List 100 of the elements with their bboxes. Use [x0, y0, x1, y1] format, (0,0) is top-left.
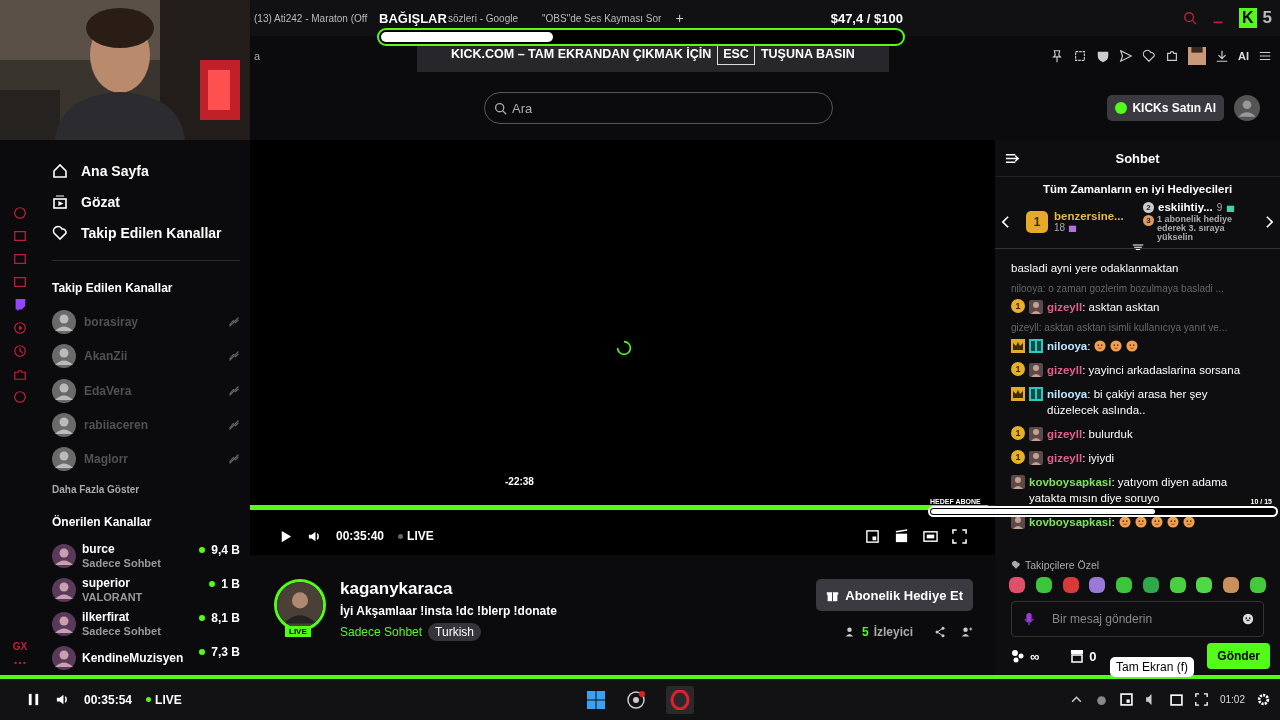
rank-hint: 1 abonelik hediye ederek 3. sıraya yükselin [1157, 215, 1234, 242]
rank-badge: 2 [1143, 201, 1154, 213]
ai-button[interactable]: AI [1238, 50, 1249, 62]
user-badge-icon [1029, 363, 1043, 377]
twitch-icon[interactable] [13, 298, 27, 312]
reply-preview[interactable]: nilooya: o zaman gozlerim bozulmaya basladi ... [1011, 280, 1244, 295]
rank-badge: 3 [1143, 215, 1154, 226]
puzzle-icon[interactable] [1165, 49, 1179, 63]
buy-button[interactable]: KICKs Satın Al [1107, 95, 1224, 121]
live-dot [199, 649, 206, 656]
emote-icon[interactable] [1140, 575, 1161, 595]
avatar[interactable] [52, 446, 76, 471]
send-button[interactable]: Gönder [1207, 643, 1270, 669]
circle-icon[interactable] [13, 206, 27, 220]
gifter-name[interactable]: eskiihtiy... [1158, 201, 1213, 213]
search-icon[interactable] [1182, 11, 1197, 25]
count-label: 5 [1262, 8, 1272, 28]
chevron-right-icon[interactable] [1265, 214, 1274, 229]
offline-icon [228, 452, 240, 465]
avatar[interactable] [52, 646, 76, 671]
nav-item[interactable]: Ana Sayfa [52, 156, 149, 187]
follow-icon[interactable] [961, 626, 973, 638]
search-field[interactable]: Ara [484, 92, 833, 124]
gift-subscription-button[interactable]: Abonelik Hediye Et [816, 579, 973, 611]
avatar[interactable] [52, 344, 76, 369]
obs-icon[interactable] [626, 689, 646, 710]
pause-icon[interactable] [26, 692, 41, 707]
donation-amount: $47,4 [830, 11, 864, 26]
emote-icon[interactable] [1033, 575, 1054, 595]
avatar[interactable] [1234, 95, 1260, 121]
category-link[interactable]: Sadece Sohbet [340, 625, 423, 639]
crop-icon[interactable] [1073, 49, 1087, 63]
emote-icon[interactable] [1007, 575, 1027, 595]
show-more-link[interactable]: Daha Fazla Göster [52, 483, 140, 495]
shield-icon[interactable] [1096, 49, 1110, 63]
section-title: Önerilen Kanallar [52, 514, 152, 529]
heart-icon [1011, 560, 1021, 570]
monitor-icon[interactable] [13, 252, 27, 266]
emote-icon[interactable] [1167, 575, 1188, 595]
channel-name[interactable]: ilkerfirat [82, 609, 130, 624]
language-tag[interactable]: Turkish [428, 623, 481, 641]
clock-icon[interactable] [13, 344, 27, 358]
microphone-icon[interactable] [1023, 612, 1035, 626]
pin-icon[interactable] [1050, 49, 1064, 63]
channel-name[interactable]: kaganykaraca [340, 579, 453, 599]
emoji-icon[interactable] [1242, 612, 1254, 626]
browser-tab[interactable]: "OBS"de Ses Kayması Sor [542, 12, 662, 24]
square-icon[interactable] [13, 275, 27, 289]
more-icon[interactable] [13, 661, 27, 665]
new-tab-button[interactable]: + [675, 10, 684, 26]
filter-icon[interactable] [1131, 244, 1144, 252]
og-badge-icon [1029, 387, 1043, 401]
store-icon[interactable] [1070, 649, 1085, 663]
channel-name[interactable]: superior [82, 575, 130, 590]
opera-icon[interactable] [666, 685, 694, 714]
points-icon[interactable] [1011, 649, 1025, 663]
emote-icon[interactable] [1194, 575, 1215, 595]
reply-preview[interactable]: gizeyll: asktan asktan isimli kullanıcıya yanıt ve... [1011, 319, 1244, 334]
viewer-count: 5 [861, 625, 869, 639]
fullscreen-icon[interactable] [1194, 693, 1208, 706]
crown-icon [1011, 339, 1025, 353]
share-icon[interactable] [934, 626, 946, 638]
gifter-name[interactable]: benzersine... [1054, 210, 1124, 222]
emote-icon[interactable] [1221, 575, 1242, 595]
browser-tab[interactable]: sözleri - Google [448, 12, 528, 24]
viewer-count: 1 B [221, 576, 240, 591]
avatar[interactable] [52, 543, 76, 568]
avatar[interactable] [52, 611, 76, 636]
theater-icon[interactable] [923, 528, 938, 544]
user-badge-icon [1029, 451, 1043, 465]
nav-item[interactable]: Takip Edilen Kanallar [52, 217, 222, 249]
heart-icon[interactable] [1142, 49, 1156, 63]
chat-input[interactable]: Bir mesaj gönderin [1011, 601, 1264, 637]
chevron-left-icon[interactable] [1001, 214, 1010, 229]
tooltip: Tam Ekran (f) [1110, 657, 1194, 677]
fullscreen-icon[interactable] [952, 528, 967, 544]
menu-icon[interactable] [1258, 49, 1272, 63]
emote-icon[interactable] [1060, 575, 1081, 595]
avatar[interactable] [52, 310, 76, 335]
avatar[interactable] [52, 378, 76, 403]
live-label: LIVE [155, 692, 182, 707]
avatar[interactable] [52, 577, 76, 602]
windows-icon[interactable] [586, 689, 606, 710]
channel-avatar[interactable] [274, 579, 326, 631]
download-icon[interactable] [1215, 49, 1229, 63]
avatar[interactable] [1188, 47, 1206, 65]
send-icon[interactable] [1119, 49, 1133, 63]
emote-icon[interactable] [1114, 575, 1135, 595]
channel-name[interactable]: KendineMuzisyen [82, 651, 184, 666]
avatar[interactable] [52, 412, 76, 437]
browser-tab[interactable]: (13) Ati242 - Maraton (Off [254, 12, 372, 24]
chat-message: gizeyll: iyiydi [1047, 451, 1115, 466]
window-icon[interactable] [1119, 693, 1133, 706]
rank-badge: 1 [1011, 362, 1025, 376]
nav-item[interactable]: Gözat [52, 186, 120, 218]
mini-player-icon[interactable] [865, 528, 880, 544]
channel-name[interactable]: burce [82, 541, 115, 556]
emote-icon[interactable] [1087, 575, 1108, 595]
clip-icon[interactable] [894, 528, 909, 544]
emote-icon[interactable] [1247, 575, 1268, 595]
